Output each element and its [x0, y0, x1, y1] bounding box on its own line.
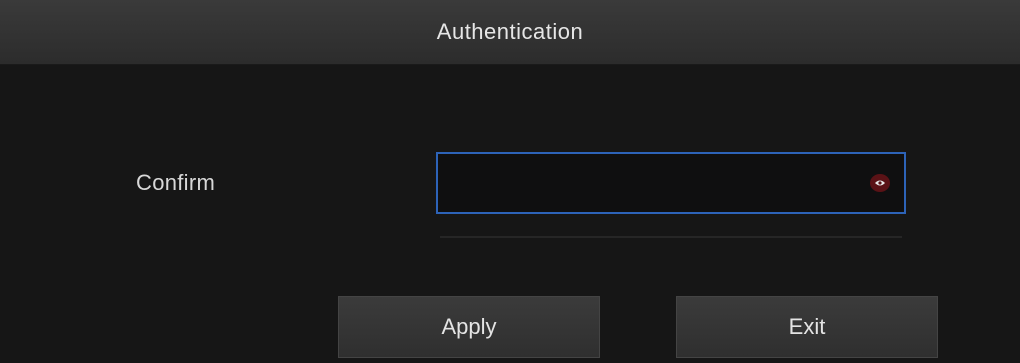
field-divider: [440, 236, 902, 238]
eye-icon[interactable]: [870, 174, 890, 192]
apply-button[interactable]: Apply: [338, 296, 600, 358]
exit-button[interactable]: Exit: [676, 296, 938, 358]
confirm-password-field[interactable]: [436, 152, 906, 214]
confirm-label: Confirm: [136, 170, 216, 195]
dialog-title-bar: Authentication: [0, 0, 1020, 65]
dialog-title: Authentication: [436, 19, 584, 44]
authentication-dialog: Authentication Confirm Apply Exit: [0, 0, 1020, 363]
eye-icon-glyph: [875, 180, 885, 186]
confirm-password-input[interactable]: [442, 158, 852, 208]
